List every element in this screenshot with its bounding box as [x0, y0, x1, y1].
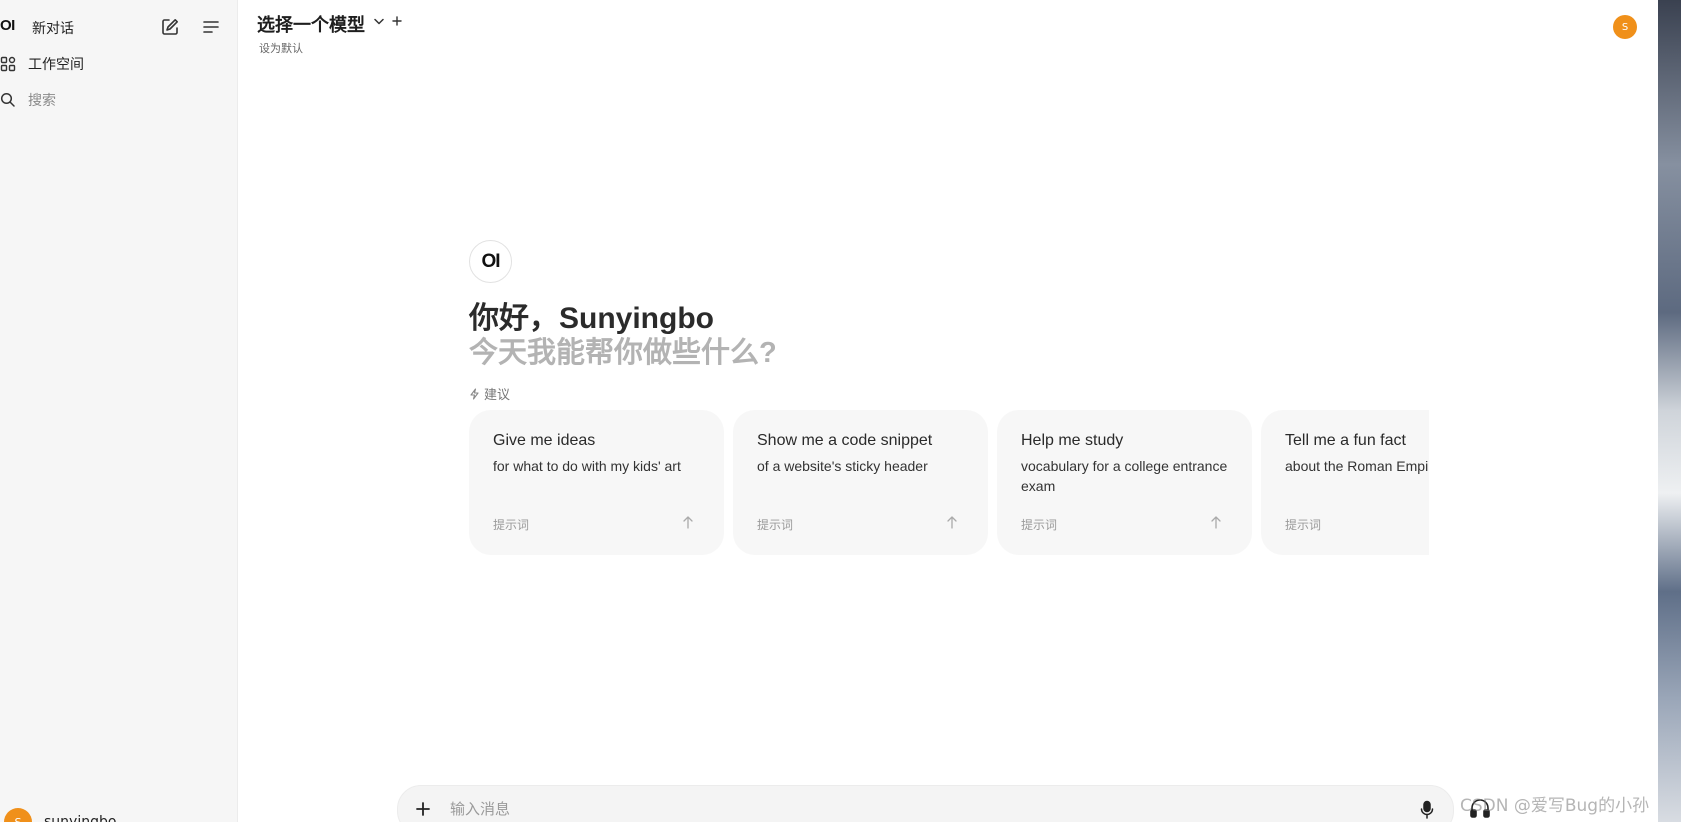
edit-icon — [162, 19, 178, 35]
suggestion-title: Help me study — [1021, 432, 1124, 449]
suggestion-title: Show me a code snippet — [757, 432, 933, 449]
suggestion-tag: 提示词 — [1021, 518, 1058, 532]
welcome-logo: OI — [469, 240, 512, 283]
new-chat-link[interactable]: 新对话 — [32, 18, 74, 38]
app-window: OI 新对话 工作空间 搜索 S sunyingbo 选择一个模型 设为默认 S… — [0, 0, 1681, 822]
suggestions-label: 建议 — [469, 384, 510, 403]
message-input[interactable] — [450, 797, 1330, 821]
search-input-label[interactable]: 搜索 — [28, 90, 56, 110]
sidebar-item-workspace[interactable]: 工作空间 — [0, 52, 84, 76]
suggestion-subtitle: vocabulary for a college entrance exam — [1021, 458, 1228, 494]
username: sunyingbo — [44, 814, 117, 822]
add-model-button[interactable] — [390, 13, 404, 32]
new-chat-button[interactable] — [158, 15, 182, 39]
suggestion-card[interactable]: Tell me a fun fact about the Roman Empir… — [1261, 410, 1429, 555]
chevron-down-icon — [374, 18, 384, 25]
arrow-up-icon — [947, 516, 957, 529]
sidebar-menu-button[interactable] — [199, 15, 223, 39]
workspace-icon — [0, 56, 16, 72]
attach-button[interactable] — [412, 798, 434, 822]
send-suggestion-button[interactable] — [945, 514, 959, 534]
plus-icon — [392, 16, 402, 26]
suggestion-card[interactable]: Show me a code snippet of a website's st… — [733, 410, 988, 555]
sidebar: OI 新对话 工作空间 搜索 S sunyingbo — [0, 0, 238, 822]
suggestion-card[interactable]: Give me ideas for what to do with my kid… — [469, 410, 724, 555]
send-suggestion-button[interactable] — [681, 514, 695, 534]
plus-icon — [416, 802, 430, 816]
sidebar-search[interactable]: 搜索 — [0, 88, 56, 112]
sidebar-user[interactable]: S sunyingbo — [4, 808, 116, 822]
sidebar-header: OI 新对话 — [0, 13, 238, 41]
suggestion-tag: 提示词 — [493, 518, 530, 532]
suggestion-title: Tell me a fun fact — [1285, 432, 1406, 449]
background-photo-strip — [1658, 0, 1681, 822]
suggestion-subtitle: of a website's sticky header — [757, 458, 928, 474]
watermark: CSDN @爱写Bug的小孙 — [1460, 796, 1650, 816]
greeting-subtitle: 今天我能帮你做些什么? — [469, 337, 777, 369]
search-icon — [0, 92, 15, 107]
suggestion-tag: 提示词 — [757, 518, 794, 532]
sidebar-item-label: 工作空间 — [28, 57, 84, 73]
microphone-icon — [1420, 800, 1434, 819]
set-default-link[interactable]: 设为默认 — [259, 40, 303, 56]
suggestions-label-text: 建议 — [484, 388, 511, 403]
menu-lines-icon — [203, 21, 219, 33]
suggestion-subtitle: for what to do with my kids' art — [493, 458, 681, 474]
arrow-up-icon — [683, 516, 693, 529]
suggestion-cards: Give me ideas for what to do with my kid… — [469, 410, 1429, 555]
user-avatar-button[interactable]: S — [1613, 15, 1637, 39]
model-selector[interactable]: 选择一个模型 — [257, 11, 365, 37]
brand-logo[interactable]: OI — [0, 17, 15, 34]
message-composer — [397, 785, 1454, 822]
arrow-up-icon — [1211, 516, 1221, 529]
lightning-icon — [470, 387, 479, 400]
model-dropdown-button[interactable] — [372, 13, 386, 32]
suggestion-subtitle: about the Roman Empire — [1285, 458, 1429, 474]
avatar[interactable]: S — [4, 808, 32, 822]
voice-input-button[interactable] — [1419, 800, 1435, 822]
suggestion-card[interactable]: Help me study vocabulary for a college e… — [997, 410, 1252, 555]
send-suggestion-button[interactable] — [1209, 514, 1223, 534]
suggestion-title: Give me ideas — [493, 432, 596, 449]
suggestion-tag: 提示词 — [1285, 518, 1322, 532]
